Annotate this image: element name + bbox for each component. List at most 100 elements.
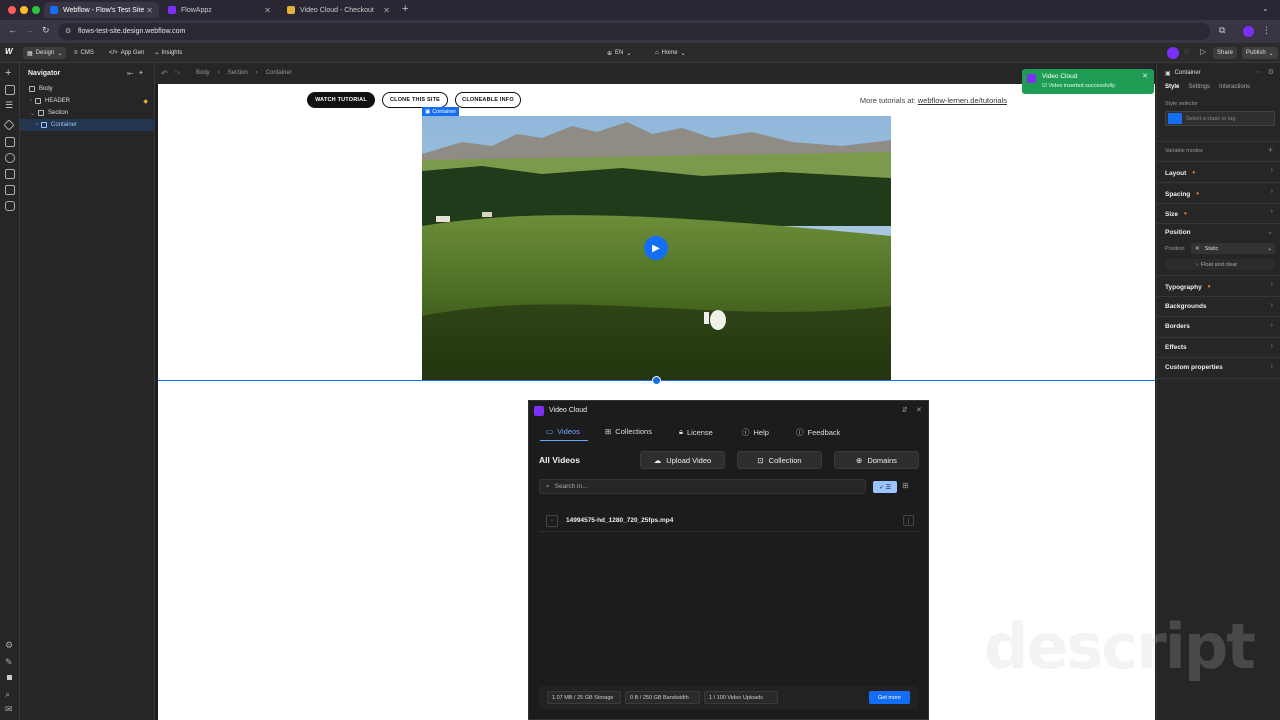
eyedropper-icon[interactable]: ✎: [5, 657, 13, 668]
tab-interactions[interactable]: Interactions: [1219, 84, 1250, 90]
section-borders[interactable]: Borders: [1165, 323, 1190, 330]
pages-icon[interactable]: [5, 85, 15, 95]
grid-view-toggle[interactable]: ⊞: [902, 481, 914, 493]
navigator-icon[interactable]: ☰: [5, 100, 13, 111]
tutorials-link[interactable]: webflow-lernen.de/tutorials: [918, 96, 1007, 105]
tab-feedback[interactable]: ⓘ Feedback: [796, 427, 840, 438]
add-element-icon[interactable]: +: [5, 67, 11, 79]
close-window-dot[interactable]: [8, 6, 16, 14]
share-button[interactable]: Share: [1213, 47, 1238, 59]
upload-video-button[interactable]: ☁ Upload Video: [640, 451, 725, 469]
comment-icon[interactable]: ◌: [1184, 47, 1189, 56]
section-effects[interactable]: Effects: [1165, 344, 1187, 351]
nav-item-section[interactable]: ⌄ Section: [20, 107, 155, 119]
tab-style[interactable]: Style: [1165, 84, 1179, 90]
cms-collections-icon[interactable]: [5, 185, 15, 195]
chevron-right-icon[interactable]: ›: [1271, 302, 1273, 309]
section-layout[interactable]: Layout •: [1165, 168, 1195, 177]
float-clear-toggle[interactable]: › Float and clear: [1165, 259, 1275, 270]
tab-list-chevron-icon[interactable]: ⌄: [1262, 4, 1269, 13]
user-avatar[interactable]: [1167, 47, 1179, 59]
minimize-window-dot[interactable]: [20, 6, 28, 14]
play-button-icon[interactable]: ▶: [644, 236, 668, 260]
browser-tab-flowappz[interactable]: FlowAppz ✕: [162, 2, 277, 18]
close-tab-icon[interactable]: ✕: [146, 6, 153, 15]
settings-gear-icon[interactable]: ⚙: [5, 640, 13, 651]
publish-button[interactable]: Publish ⌄: [1242, 47, 1278, 59]
assets-icon[interactable]: [5, 169, 15, 179]
chevron-right-icon[interactable]: ›: [36, 122, 38, 128]
video-list-item[interactable]: ▫ 14994575-hd_1280_720_25fps.mp4 ⋮: [539, 510, 918, 532]
position-select[interactable]: ✕ Static ⌄: [1191, 243, 1275, 254]
section-custom-properties[interactable]: Custom properties: [1165, 364, 1223, 371]
forward-icon[interactable]: →: [25, 25, 34, 35]
reload-icon[interactable]: ↻: [42, 25, 50, 36]
site-info-icon[interactable]: ⚙: [65, 27, 71, 35]
tab-videos[interactable]: ▭ Videos: [546, 427, 580, 436]
breadcrumb-item[interactable]: Container: [266, 70, 292, 76]
components-icon[interactable]: [3, 119, 15, 131]
more-options-icon[interactable]: ⋮: [903, 515, 914, 526]
domains-button[interactable]: ⊕ Domains: [834, 451, 919, 469]
section-position[interactable]: Position: [1165, 229, 1191, 236]
browser-tab-webflow[interactable]: Webflow - Flow's Test Site ✕: [44, 2, 159, 18]
close-tab-icon[interactable]: ✕: [264, 6, 271, 15]
help-icon[interactable]: ✉: [5, 704, 13, 715]
styles-icon[interactable]: [5, 153, 15, 163]
chevron-right-icon[interactable]: ›: [1271, 208, 1273, 215]
close-tab-icon[interactable]: ✕: [383, 6, 390, 15]
nav-item-container[interactable]: › Container: [20, 119, 155, 131]
section-backgrounds[interactable]: Backgrounds: [1165, 303, 1207, 310]
preview-play-icon[interactable]: ▷: [1200, 47, 1206, 56]
breadcrumb-item[interactable]: Body: [196, 70, 210, 76]
pin-icon[interactable]: ✦: [138, 69, 144, 77]
tab-license[interactable]: 🔒︎ License: [679, 427, 713, 437]
cloneable-info-button[interactable]: CLONEABLE INFO: [455, 92, 521, 108]
address-bar[interactable]: ⚙ flows-test-site.design.webflow.com: [58, 23, 1210, 40]
section-typography[interactable]: Typography •: [1165, 282, 1211, 291]
tab-collections[interactable]: ⊞ Collections: [605, 427, 652, 436]
chevron-right-icon[interactable]: ›: [1271, 322, 1273, 329]
maximize-window-dot[interactable]: [32, 6, 40, 14]
chevron-down-icon[interactable]: ⌄: [30, 110, 35, 117]
more-options-icon[interactable]: ⋯: [1255, 68, 1262, 76]
new-tab-icon[interactable]: +: [402, 3, 408, 15]
add-variable-mode-icon[interactable]: +: [1268, 145, 1273, 155]
cms-button[interactable]: ≡ CMS: [74, 47, 94, 59]
page-selector[interactable]: ⌂ Home ⌄: [655, 47, 686, 59]
stop-square-icon[interactable]: [7, 675, 12, 680]
settings-gear-icon[interactable]: ⚙: [1268, 68, 1274, 76]
undo-icon[interactable]: ↶: [161, 69, 168, 78]
chevron-right-icon[interactable]: ›: [1271, 281, 1273, 288]
search-icon[interactable]: ⌕: [5, 689, 10, 700]
tab-settings[interactable]: Settings: [1188, 84, 1210, 90]
nav-item-body[interactable]: Body: [20, 83, 155, 95]
collection-button[interactable]: ⊡ Collection: [737, 451, 822, 469]
design-mode-button[interactable]: ▦ Design ⌄: [23, 47, 67, 59]
clone-site-button[interactable]: CLONE THIS SITE: [382, 92, 448, 108]
chevron-right-icon[interactable]: ›: [30, 98, 32, 104]
section-spacing[interactable]: Spacing •: [1165, 189, 1199, 198]
chevron-right-icon[interactable]: ›: [1271, 363, 1273, 370]
locale-selector[interactable]: ⊕ EN ⌄: [607, 47, 631, 59]
browser-tab-video-cloud[interactable]: Video Cloud - Checkout ✕: [281, 2, 396, 18]
close-icon[interactable]: ✕: [916, 406, 922, 414]
insights-button[interactable]: ⌁ Insights: [155, 47, 182, 59]
apps-icon[interactable]: [5, 201, 15, 211]
class-selector-input[interactable]: Select a class or tag: [1165, 111, 1275, 126]
video-player[interactable]: ▶: [422, 116, 891, 380]
browser-menu-icon[interactable]: ⋮: [1262, 25, 1271, 36]
watch-tutorial-button[interactable]: WATCH TUTORIAL: [307, 92, 375, 108]
section-size[interactable]: Size •: [1165, 209, 1187, 218]
nav-item-header[interactable]: › HEADER ◆: [20, 95, 155, 107]
redo-icon[interactable]: ↷: [174, 69, 181, 78]
resize-handle[interactable]: [652, 376, 661, 385]
extensions-icon[interactable]: ⧉: [1219, 25, 1225, 36]
chevron-right-icon[interactable]: ›: [1271, 167, 1273, 174]
profile-avatar[interactable]: [1243, 26, 1254, 37]
close-icon[interactable]: ✕: [1142, 72, 1148, 80]
app-gen-button[interactable]: </> App Gen: [109, 47, 144, 59]
collapse-icon[interactable]: ⇤: [127, 69, 134, 78]
chevron-right-icon[interactable]: ›: [1271, 188, 1273, 195]
search-input[interactable]: ⌕ Search in...: [539, 479, 866, 494]
